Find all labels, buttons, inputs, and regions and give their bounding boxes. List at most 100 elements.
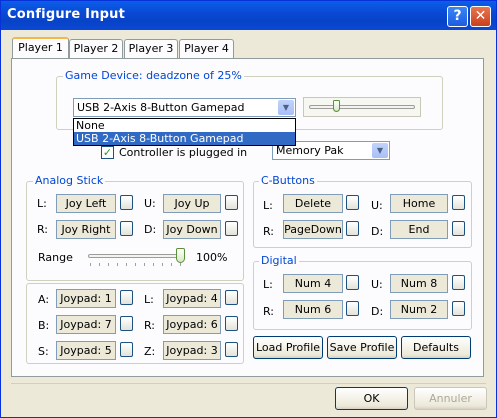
range-track	[88, 254, 182, 258]
range-tick	[162, 263, 163, 266]
c-right-field[interactable]: PageDown	[283, 220, 343, 239]
footer-divider	[11, 383, 486, 384]
button-b-field[interactable]: Joypad: 7	[56, 315, 116, 334]
c-left-clear-button[interactable]	[346, 195, 359, 210]
digital-group	[253, 261, 472, 330]
c-down-field[interactable]: End	[390, 220, 448, 239]
range-tick	[99, 263, 100, 266]
range-tick	[153, 263, 154, 266]
c-right-label: R:	[263, 225, 275, 238]
window-title: Configure Input	[7, 7, 126, 22]
save-profile-button[interactable]: Save Profile	[327, 336, 397, 359]
game-device-dropdown[interactable]: None USB 2-Axis 8-Button Gamepad	[73, 118, 296, 146]
close-button[interactable]: ✕	[470, 6, 491, 27]
button-z-label: Z:	[144, 345, 156, 358]
range-tick	[135, 263, 136, 266]
cancel-button[interactable]: Annuler	[414, 387, 487, 410]
range-tick	[117, 263, 118, 266]
deadzone-slider[interactable]	[303, 97, 421, 117]
title-bar[interactable]: Configure Input ? ✕	[1, 1, 496, 30]
range-tick	[126, 263, 127, 266]
button-b-clear-button[interactable]	[120, 316, 133, 331]
game-device-select[interactable]: USB 2-Axis 8-Button Gamepad ▼	[73, 98, 296, 117]
defaults-button[interactable]: Defaults	[401, 336, 471, 359]
button-l-label: L:	[144, 293, 154, 306]
analog-up-field[interactable]: Joy Up	[163, 194, 221, 213]
button-r-clear-button[interactable]	[225, 316, 238, 331]
c-up-clear-button[interactable]	[452, 195, 465, 210]
button-s-field[interactable]: Joypad: 5	[56, 341, 116, 360]
digital-right-clear-button[interactable]	[346, 301, 359, 316]
analog-down-field[interactable]: Joy Down	[163, 220, 221, 239]
close-icon: ✕	[474, 8, 487, 24]
c-left-label: L:	[263, 199, 273, 212]
button-s-clear-button[interactable]	[120, 342, 133, 357]
button-l-clear-button[interactable]	[225, 290, 238, 305]
help-button[interactable]: ?	[447, 6, 468, 27]
analog-up-label: U:	[144, 197, 156, 210]
game-device-legend: Game Device: deadzone of 25%	[63, 69, 244, 82]
analog-right-label: R:	[37, 223, 49, 236]
analog-right-clear-button[interactable]	[120, 221, 133, 236]
device-option-gamepad[interactable]: USB 2-Axis 8-Button Gamepad	[74, 132, 295, 145]
range-tick	[90, 263, 91, 266]
button-l-field[interactable]: Joypad: 4	[163, 289, 221, 308]
range-tick	[108, 263, 109, 266]
ok-button[interactable]: OK	[335, 387, 408, 410]
digital-down-clear-button[interactable]	[452, 301, 465, 316]
tab-player-4[interactable]: Player 4	[179, 39, 234, 58]
analog-left-label: L:	[37, 197, 47, 210]
digital-down-label: D:	[371, 305, 384, 318]
digital-left-field[interactable]: Num 4	[283, 274, 343, 293]
device-option-none[interactable]: None	[74, 119, 295, 132]
button-z-field[interactable]: Joypad: 3	[163, 341, 221, 360]
range-tick	[171, 263, 172, 266]
analog-left-clear-button[interactable]	[120, 195, 133, 210]
analog-stick-legend: Analog Stick	[33, 174, 106, 187]
digital-up-field[interactable]: Num 8	[390, 274, 448, 293]
plugged-label: Controller is plugged in	[119, 146, 248, 159]
tab-player-3[interactable]: Player 3	[124, 39, 178, 58]
range-label: Range	[38, 251, 73, 264]
button-a-label: A:	[38, 293, 50, 306]
tab-player-2[interactable]: Player 2	[69, 39, 123, 58]
load-profile-button[interactable]: Load Profile	[253, 336, 323, 359]
analog-left-field[interactable]: Joy Left	[56, 194, 116, 213]
deadzone-track	[309, 105, 415, 109]
range-value: 100%	[196, 251, 228, 264]
digital-right-label: R:	[263, 305, 275, 318]
range-tick	[144, 263, 145, 266]
digital-legend: Digital	[259, 254, 299, 267]
button-r-field[interactable]: Joypad: 6	[163, 315, 221, 334]
plugged-checkbox[interactable]: ✓	[101, 146, 114, 159]
button-a-clear-button[interactable]	[120, 290, 133, 305]
help-icon: ?	[453, 8, 462, 24]
digital-right-field[interactable]: Num 6	[283, 300, 343, 319]
range-slider[interactable]	[86, 247, 186, 267]
digital-left-clear-button[interactable]	[346, 275, 359, 290]
analog-down-label: D:	[144, 223, 157, 236]
c-down-label: D:	[371, 225, 384, 238]
button-z-clear-button[interactable]	[225, 342, 238, 357]
button-s-label: S:	[38, 345, 49, 358]
chevron-down-icon[interactable]: ▼	[372, 143, 388, 158]
c-down-clear-button[interactable]	[452, 221, 465, 236]
tab-player-1[interactable]: Player 1	[12, 37, 69, 59]
analog-right-field[interactable]: Joy Right	[56, 220, 116, 239]
analog-up-clear-button[interactable]	[225, 195, 238, 210]
range-thumb[interactable]	[176, 248, 185, 263]
digital-up-clear-button[interactable]	[452, 275, 465, 290]
c-up-label: U:	[371, 199, 383, 212]
configure-input-window: Configure Input ? ✕ Player 1 Player 2 Pl…	[0, 0, 497, 418]
range-tick	[180, 263, 181, 266]
c-left-field[interactable]: Delete	[283, 194, 343, 213]
analog-down-clear-button[interactable]	[225, 221, 238, 236]
button-a-field[interactable]: Joypad: 1	[56, 289, 116, 308]
c-right-clear-button[interactable]	[346, 221, 359, 236]
chevron-down-icon[interactable]: ▼	[278, 100, 294, 115]
digital-down-field[interactable]: Num 2	[390, 300, 448, 319]
c-up-field[interactable]: Home	[390, 194, 448, 213]
deadzone-thumb[interactable]	[332, 100, 340, 112]
button-b-label: B:	[38, 319, 50, 332]
digital-left-label: L:	[263, 278, 273, 291]
